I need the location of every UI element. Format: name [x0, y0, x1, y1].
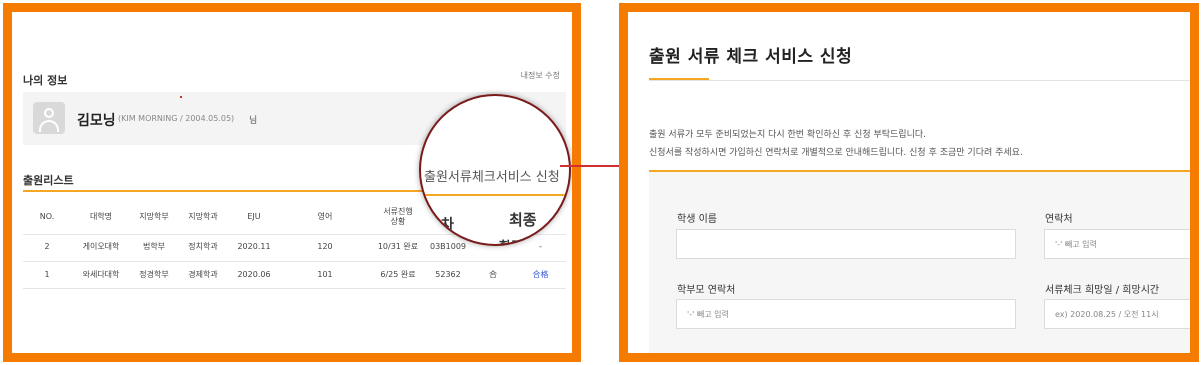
profile-honorific: 님 — [249, 116, 258, 126]
title-accent-line — [649, 78, 709, 80]
magnified-underline — [421, 194, 569, 196]
row-no: 1 — [44, 269, 50, 279]
row-faculty: 법학부 — [142, 242, 166, 252]
row-no: 2 — [44, 242, 50, 252]
magnified-final-header: 최종 — [509, 211, 537, 229]
row-eju: 2020.06 — [237, 269, 271, 279]
my-info-title: 나의 정보 — [23, 74, 68, 87]
application-list-title: 출원리스트 — [23, 174, 74, 187]
doc-check-service-button[interactable]: 출원서류체크서비스 신청 — [424, 166, 560, 185]
header-faculty: 지망학부 — [139, 211, 169, 221]
check-date-input[interactable]: ex) 2020.08.25 / 오전 11시 — [1044, 299, 1190, 329]
row-english: 120 — [317, 242, 333, 252]
row-department: 경제학과 — [188, 269, 218, 279]
header-eju: EJU — [247, 211, 261, 221]
row-department: 정치학과 — [188, 242, 218, 252]
header-university: 대학명 — [89, 211, 113, 221]
notice-line-2: 신청서를 작성하시면 가입하신 연락처로 개별적으로 안내해드립니다. 신청 후… — [649, 148, 1023, 158]
contact-label: 연락처 — [1045, 214, 1073, 225]
magnifier-callout: 출원서류체크서비스 신청 차 최종 합격여 — [419, 94, 571, 246]
contact-input[interactable]: '-' 빼고 입력 — [1044, 229, 1190, 259]
student-name-input[interactable] — [676, 229, 1016, 259]
row-doc-status: 10/31 완료 — [377, 242, 419, 252]
avatar-icon — [33, 102, 65, 134]
magnified-first-header: 차 — [441, 217, 454, 233]
row-faculty: 정경학부 — [139, 269, 169, 279]
row-english: 101 — [317, 269, 333, 279]
table-row: 1 와세다대학 정경학부 경제학과 2020.06 101 6/25 완료 52… — [23, 261, 566, 289]
title-divider — [649, 80, 1190, 81]
header-english: 영어 — [317, 211, 333, 221]
application-form: 학생 이름 연락처 '-' 빼고 입력 학부모 연락처 '-' 빼고 입력 서류… — [649, 172, 1190, 353]
doc-check-form-panel: 출원 서류 체크 서비스 신청 출원 서류가 모두 준비되었는지 다시 한번 확… — [619, 3, 1199, 362]
red-dot — [180, 96, 182, 98]
row-university: 와세다대학 — [82, 269, 120, 279]
profile-details: (KIM MORNING / 2004.05.05) — [118, 114, 235, 123]
my-page-panel: 나의 정보 내정보 수정 김모닝 (KIM MORNING / 2004.05.… — [3, 3, 581, 362]
edit-info-link[interactable]: 내정보 수정 — [521, 70, 560, 81]
profile-name: 김모닝 — [77, 113, 116, 129]
header-department: 지망학과 — [188, 211, 218, 221]
header-no: NO. — [39, 211, 55, 221]
school-label: 지원학교, 학부 — [677, 352, 739, 353]
student-name-label: 학생 이름 — [677, 214, 717, 225]
row-eju: 2020.11 — [237, 242, 271, 252]
parent-contact-label: 학부모 연락처 — [677, 285, 736, 296]
row-doc-status: 6/25 완료 — [380, 269, 416, 279]
notice-line-1: 출원 서류가 모두 준비되었는지 다시 한번 확인하신 후 신청 부탁드립니다. — [649, 130, 927, 140]
check-date-label: 서류체크 희망일 / 희망시간 — [1045, 285, 1160, 296]
row-first-result: 合 — [489, 269, 497, 279]
header-doc-status: 서류진행 상황 — [383, 206, 413, 226]
row-university: 게이오대학 — [82, 242, 120, 252]
page-title: 출원 서류 체크 서비스 신청 — [649, 47, 853, 67]
row-final-result-link[interactable]: 合格 — [515, 262, 566, 288]
parent-contact-input[interactable]: '-' 빼고 입력 — [676, 299, 1016, 329]
notice-text: 출원 서류가 모두 준비되었는지 다시 한번 확인하신 후 신청 부탁드립니다.… — [649, 126, 1023, 162]
row-exam-number: 52362 — [435, 269, 461, 279]
